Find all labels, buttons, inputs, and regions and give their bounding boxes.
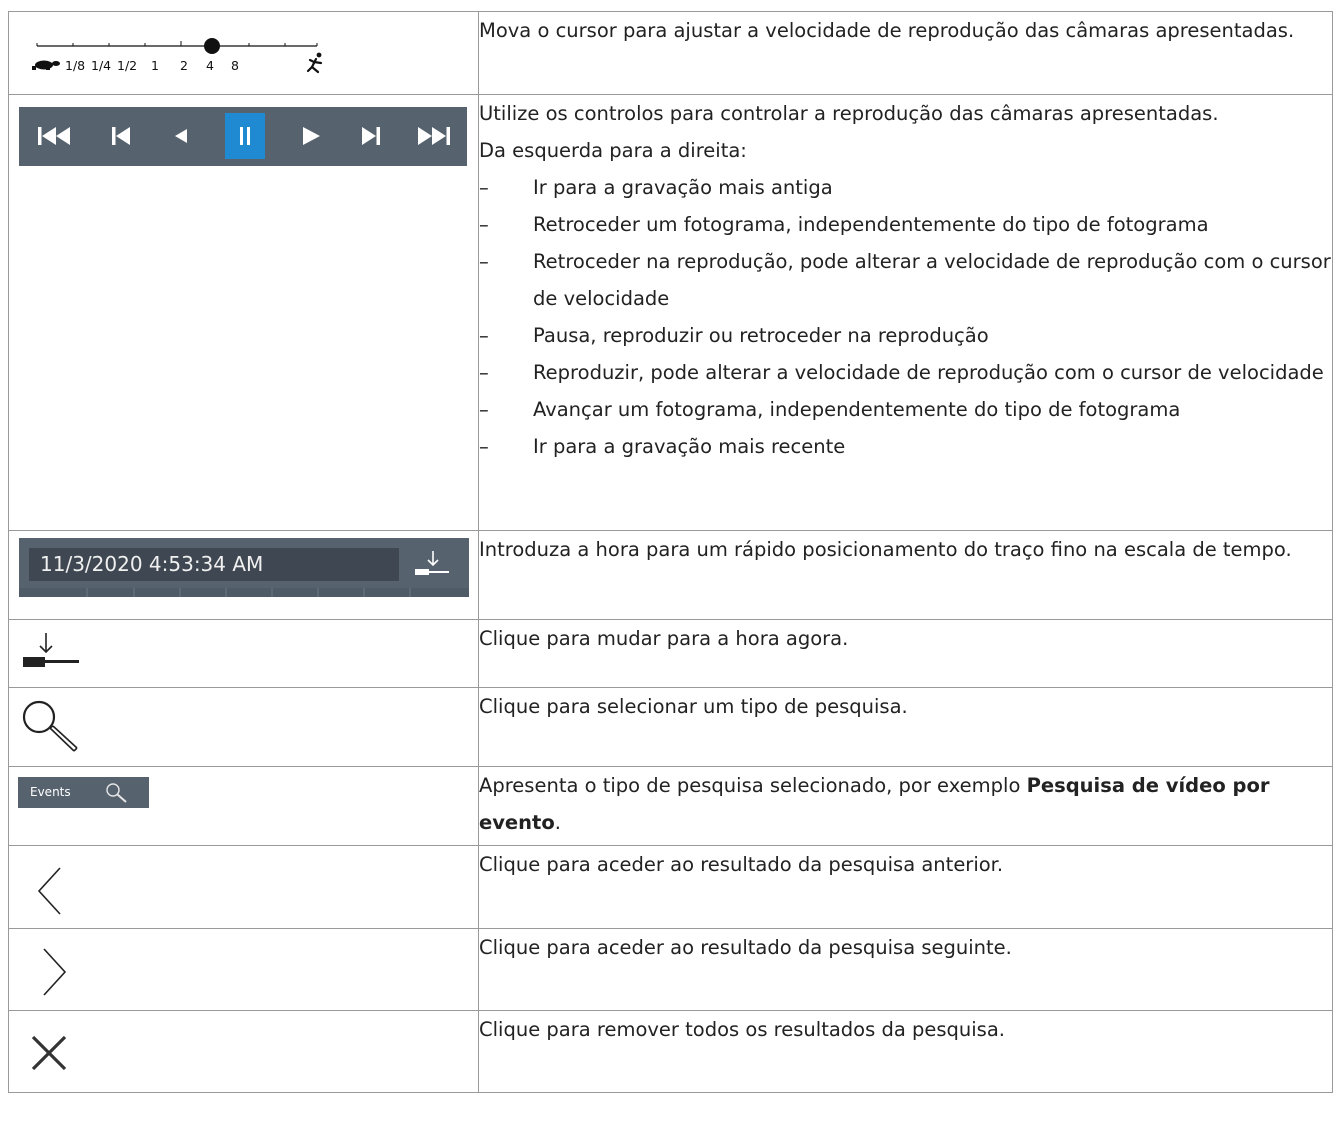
speed-label-1-2: 1/2 <box>117 58 137 73</box>
speed-slider[interactable]: 1/8 1/4 1/2 1 2 4 8 <box>27 34 327 74</box>
jump-to-now-icon[interactable] <box>22 631 80 673</box>
time-field-cell: 11/3/2020 4:53:34 AM <box>8 530 479 620</box>
playback-intro-1: Utilize os controlos para controlar a re… <box>479 102 1219 125</box>
search-description: Clique para selecionar um tipo de pesqui… <box>478 687 1333 767</box>
row-now: Clique para mudar para a hora agora. <box>8 619 1333 688</box>
speed-label-1-4: 1/4 <box>91 58 111 73</box>
list-item: – Retroceder na reprodução, pode alterar … <box>479 250 1331 310</box>
reference-table: 1/8 1/4 1/2 1 2 4 8 Mova o cursor para a… <box>8 11 1333 1093</box>
play-icon <box>303 127 320 145</box>
prev-description: Clique para aceder ao resultado da pesqu… <box>478 845 1333 929</box>
jump-to-oldest-button[interactable] <box>35 113 75 159</box>
prev-icon-cell <box>8 845 479 929</box>
go-to-time-button[interactable] <box>407 546 457 584</box>
search-icon-cell <box>8 687 479 767</box>
skip-to-start-icon <box>38 127 70 145</box>
row-time: 11/3/2020 4:53:34 AM Introduza a hora pa… <box>8 530 1333 620</box>
step-forward-icon <box>362 127 380 145</box>
speed-label-4: 4 <box>206 58 214 73</box>
list-item: – Avançar um fotograma, independentemente… <box>479 398 1181 421</box>
row-prev: Clique para aceder ao resultado da pesqu… <box>8 845 1333 929</box>
step-back-icon <box>112 127 130 145</box>
clear-description: Clique para remover todos os resultados … <box>478 1010 1333 1093</box>
step-back-button[interactable] <box>101 113 141 159</box>
chevron-right-icon[interactable] <box>40 947 68 997</box>
speed-slider-thumb <box>204 38 220 54</box>
now-description: Clique para mudar para a hora agora. <box>478 619 1333 688</box>
search-icon <box>106 783 127 803</box>
time-text: Introduza a hora para um rápido posicion… <box>479 538 1292 561</box>
turtle-icon <box>32 60 60 70</box>
pause-button[interactable] <box>225 113 265 159</box>
speed-label-8: 8 <box>231 58 239 73</box>
playback-toolbar <box>19 107 467 166</box>
now-icon-cell <box>8 619 479 688</box>
events-text: Apresenta o tipo de pesquisa selecionado… <box>479 774 1270 834</box>
list-item: – Pausa, reproduzir ou retroceder na repr… <box>479 324 989 347</box>
speed-text: Mova o cursor para ajustar a velocidade … <box>479 19 1295 42</box>
reverse-play-icon <box>175 129 187 143</box>
clear-icon-cell <box>8 1010 479 1093</box>
search-type-button[interactable]: Events <box>18 777 149 808</box>
time-input[interactable]: 11/3/2020 4:53:34 AM <box>29 548 399 581</box>
speed-description: Mova o cursor para ajustar a velocidade … <box>478 11 1333 95</box>
events-description: Apresenta o tipo de pesquisa selecionado… <box>478 766 1333 846</box>
reverse-play-button[interactable] <box>161 113 201 159</box>
search-icon[interactable] <box>19 697 81 757</box>
list-item: – Ir para a gravação mais recente <box>479 435 846 458</box>
search-type-label: Events <box>30 785 71 799</box>
playback-controls-cell <box>8 94 479 531</box>
chevron-left-icon[interactable] <box>36 866 64 916</box>
list-item: – Reproduzir, pode alterar a velocidade d… <box>479 361 1324 384</box>
speed-labels: 1/8 1/4 1/2 1 2 4 8 <box>65 58 239 73</box>
playback-description: Utilize os controlos para controlar a re… <box>478 94 1333 531</box>
runner-icon <box>306 52 323 74</box>
events-cell: Events <box>8 766 479 846</box>
timeline-ticks <box>19 588 469 597</box>
row-playback: Utilize os controlos para controlar a re… <box>8 94 1333 531</box>
row-events: Events Apresenta o tipo de pesquisa sele… <box>8 766 1333 846</box>
row-next: Clique para aceder ao resultado da pesqu… <box>8 928 1333 1011</box>
step-forward-button[interactable] <box>351 113 391 159</box>
clear-text: Clique para remover todos os resultados … <box>479 1018 1005 1041</box>
speed-label-1: 1 <box>151 58 159 73</box>
time-description: Introduza a hora para um rápido posicion… <box>478 530 1333 620</box>
row-clear: Clique para remover todos os resultados … <box>8 1010 1333 1093</box>
playback-intro-2: Da esquerda para a direita: <box>479 139 747 162</box>
row-speed: 1/8 1/4 1/2 1 2 4 8 Mova o cursor para a… <box>8 11 1333 95</box>
search-text: Clique para selecionar um tipo de pesqui… <box>479 695 908 718</box>
prev-text: Clique para aceder ao resultado da pesqu… <box>479 853 1004 876</box>
row-search: Clique para selecionar um tipo de pesqui… <box>8 687 1333 767</box>
speed-slider-cell: 1/8 1/4 1/2 1 2 4 8 <box>8 11 479 95</box>
now-text: Clique para mudar para a hora agora. <box>479 627 849 650</box>
playback-list: – Ir para a gravação mais antiga – Retroce… <box>479 169 1332 465</box>
next-text: Clique para aceder ao resultado da pesqu… <box>479 936 1012 959</box>
next-description: Clique para aceder ao resultado da pesqu… <box>478 928 1333 1011</box>
speed-label-2: 2 <box>180 58 188 73</box>
next-icon-cell <box>8 928 479 1011</box>
jump-to-newest-button[interactable] <box>413 113 453 159</box>
play-button[interactable] <box>291 113 331 159</box>
list-item: – Ir para a gravação mais antiga <box>479 176 833 199</box>
skip-to-end-icon <box>418 127 450 145</box>
pause-icon <box>240 127 250 145</box>
close-icon[interactable] <box>29 1033 69 1073</box>
time-toolbar: 11/3/2020 4:53:34 AM <box>19 538 469 597</box>
list-item: – Retroceder um fotograma, independenteme… <box>479 213 1209 236</box>
speed-label-1-8: 1/8 <box>65 58 85 73</box>
